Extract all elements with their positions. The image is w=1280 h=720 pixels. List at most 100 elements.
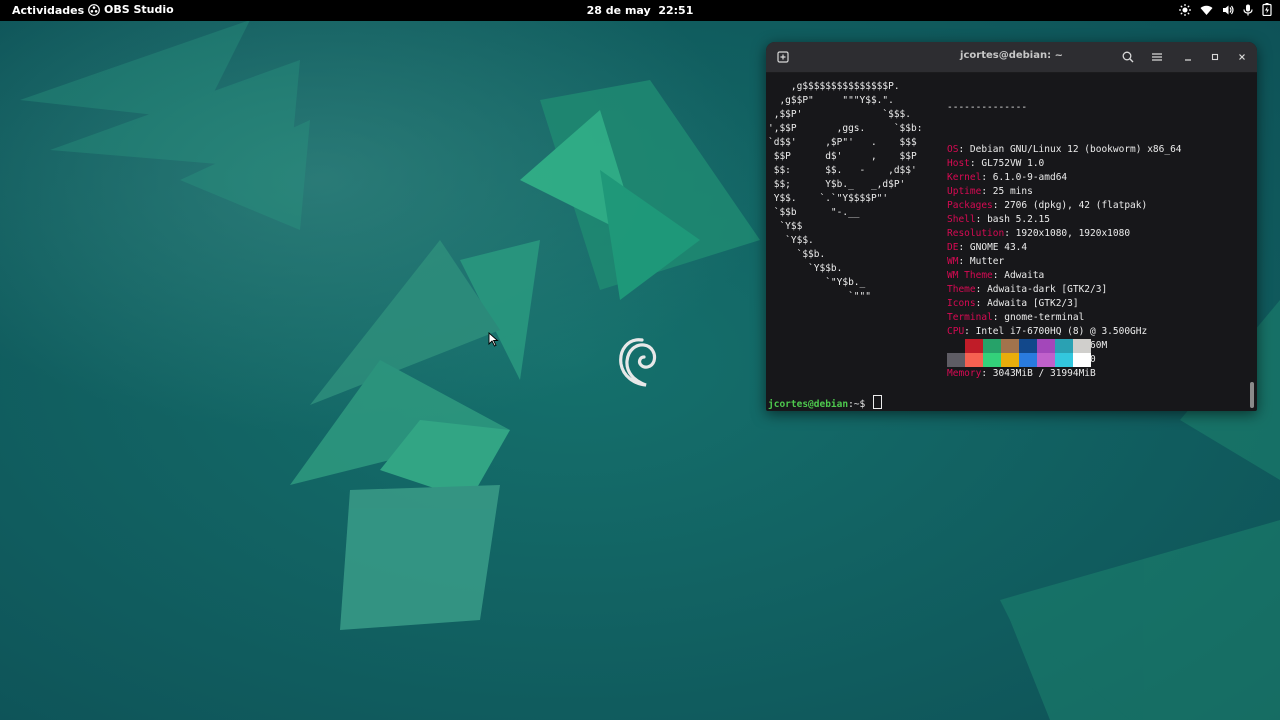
info-value: GL752VW 1.0 [981, 158, 1045, 169]
ascii-line: ,g$$P" """Y$$.". [768, 95, 894, 106]
info-value: 6.1.0-9-amd64 [992, 172, 1068, 183]
color-swatch [983, 339, 1001, 353]
search-button[interactable] [1117, 47, 1139, 67]
maximize-button[interactable] [1204, 47, 1226, 67]
ascii-line: ',$$P ,ggs. `$$b: [768, 123, 923, 134]
info-line: Terminal: gnome-terminal [947, 312, 1085, 323]
info-key: Icons [947, 298, 976, 309]
color-swatch [947, 353, 965, 367]
color-swatch [1019, 339, 1037, 353]
system-tray[interactable] [1179, 3, 1272, 16]
info-value: Adwaita-dark [GTK2/3] [987, 284, 1108, 295]
ascii-line: `Y$$. [768, 235, 814, 246]
info-key: Shell [947, 214, 976, 225]
ascii-line: `Y$$b. [768, 263, 843, 274]
maximize-icon [1211, 53, 1219, 61]
terminal-scrollbar[interactable] [1250, 382, 1254, 408]
ascii-line: `$$b "-.__ [768, 207, 860, 218]
microphone-icon [1243, 4, 1253, 15]
app-name: OBS Studio [104, 3, 174, 16]
debian-logo [619, 338, 657, 387]
ascii-line: $$P d$' , $$P [768, 151, 917, 162]
prompt-path: :~$ [848, 399, 871, 410]
info-key: WM [947, 256, 959, 267]
ascii-line: `"Y$b._ [768, 277, 866, 288]
info-line: OS: Debian GNU/Linux 12 (bookworm) x86_6… [947, 144, 1182, 155]
prompt-user: jcortes@debian [768, 399, 849, 410]
ascii-line: `$$b. [768, 249, 826, 260]
color-swatch [965, 353, 983, 367]
shell-prompt[interactable]: jcortes@debian:~$ [768, 395, 882, 411]
clock-date: 28 de may [586, 4, 651, 17]
clock-button[interactable]: 28 de may 22:51 [587, 4, 694, 17]
ascii-line: Y$$. `.`"Y$$$$P"' [768, 193, 889, 204]
info-value: Adwaita [1004, 270, 1045, 281]
color-swatch [1055, 339, 1073, 353]
info-value: 1920x1080, 1920x1080 [1015, 228, 1131, 239]
info-value: 2706 (dpkg), 42 (flatpak) [1004, 200, 1148, 211]
ascii-line: `d$$' ,$P"' . $$$ [768, 137, 917, 148]
terminal-content[interactable]: _,met$$$$$gg. ,g$$$$$$$$$$$$$$$P. ,g$$P"… [766, 73, 1248, 411]
info-key: Uptime [947, 186, 982, 197]
menu-button[interactable] [1146, 47, 1168, 67]
color-swatch [965, 339, 983, 353]
color-swatch [947, 339, 965, 353]
info-line: Icons: Adwaita [GTK2/3] [947, 298, 1079, 309]
battery-icon [1262, 3, 1272, 16]
menu-icon [1152, 53, 1162, 61]
info-value: bash 5.2.15 [987, 214, 1050, 225]
info-value: GNOME 43.4 [969, 242, 1028, 253]
obs-icon [88, 3, 100, 16]
ascii-line: `""" [768, 291, 871, 302]
ascii-line: ,g$$$$$$$$$$$$$$$P. [768, 81, 900, 92]
color-swatch [1019, 353, 1037, 367]
info-line: Packages: 2706 (dpkg), 42 (flatpak) [947, 200, 1148, 211]
volume-icon [1223, 5, 1234, 14]
info-value: gnome-terminal [1004, 312, 1085, 323]
terminal-window[interactable]: jcortes@debian: ~ ,g$$$$$$$$$$$$$$$P. ,g… [766, 42, 1257, 411]
search-icon [1122, 51, 1134, 63]
info-key: WM Theme [947, 270, 993, 281]
top-bar: Actividades OBS Studio 28 de may 22:51 [0, 0, 1280, 21]
info-line: CPU: Intel i7-6700HQ (8) @ 3.500GHz [947, 326, 1148, 337]
info-key: Terminal [947, 312, 993, 323]
new-tab-button[interactable] [772, 47, 794, 67]
app-menu[interactable]: OBS Studio [88, 3, 174, 16]
info-line: Resolution: 1920x1080, 1920x1080 [947, 228, 1131, 239]
info-value: Mutter [969, 256, 1005, 267]
color-palette [947, 339, 1091, 367]
wifi-icon [1200, 5, 1213, 15]
info-value: Intel i7-6700HQ (8) @ 3.500GHz [975, 326, 1148, 337]
info-line: Host: GL752VW 1.0 [947, 158, 1045, 169]
color-swatch [1001, 353, 1019, 367]
info-line: Memory: 3043MiB / 31994MiB [947, 368, 1096, 379]
ascii-line: `Y$$ [768, 221, 803, 232]
minimize-button[interactable] [1177, 47, 1199, 67]
color-swatch [1073, 353, 1091, 367]
info-value: Adwaita [GTK2/3] [987, 298, 1079, 309]
brightness-icon [1179, 3, 1191, 16]
info-key: Host [947, 158, 970, 169]
clock-time: 22:51 [658, 4, 694, 17]
info-key: Theme [947, 284, 976, 295]
info-line: DE: GNOME 43.4 [947, 242, 1028, 253]
ascii-line: $$; Y$b._ _,d$P' [768, 179, 906, 190]
minimize-icon [1185, 59, 1191, 61]
close-icon [1239, 54, 1245, 60]
info-line: Shell: bash 5.2.15 [947, 214, 1050, 225]
new-tab-icon [777, 51, 789, 63]
activities-button[interactable]: Actividades [12, 4, 84, 17]
info-key: OS [947, 144, 959, 155]
ascii-line: ,$$P' `$$$. [768, 109, 911, 120]
info-line: WM: Mutter [947, 256, 1005, 267]
info-line: Uptime: 25 mins [947, 186, 1033, 197]
info-key: Kernel [947, 172, 982, 183]
debian-ascii-art: _,met$$$$$gg. ,g$$$$$$$$$$$$$$$P. ,g$$P"… [768, 66, 922, 304]
close-button[interactable] [1231, 47, 1253, 67]
color-swatch [1055, 353, 1073, 367]
info-key: DE [947, 242, 959, 253]
info-key: CPU [947, 326, 965, 337]
mouse-cursor-icon [488, 332, 499, 347]
text-cursor [872, 395, 882, 409]
info-line: Kernel: 6.1.0-9-amd64 [947, 172, 1068, 183]
